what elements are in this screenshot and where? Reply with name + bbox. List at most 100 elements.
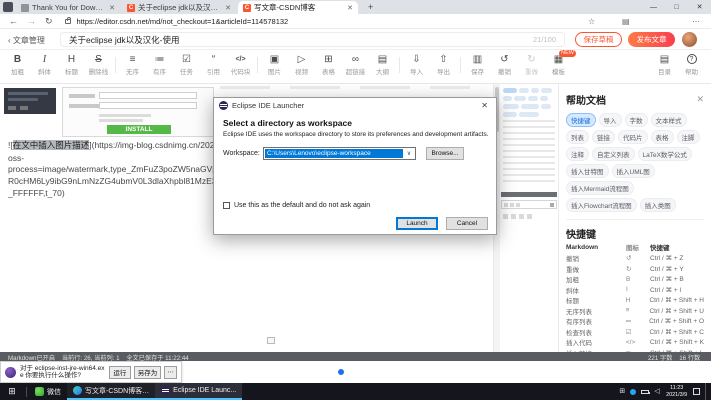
help-tag[interactable]: 插入Flowchart流程图 (566, 198, 637, 212)
help-tag[interactable]: 快捷键 (566, 113, 596, 127)
help-tag[interactable]: 导入 (599, 113, 622, 127)
dialog-close-icon[interactable]: ✕ (478, 101, 491, 110)
tab-close-icon[interactable]: ✕ (225, 4, 231, 12)
workspace-combobox[interactable]: C:\Users\Lenovo\eclipse-workspace ∨ (263, 147, 416, 160)
toolbar-undo-button[interactable]: ↺撤销 (491, 53, 518, 76)
toolbar-quote-button[interactable]: “引用 (200, 53, 227, 76)
help-tag[interactable]: 链接 (592, 130, 615, 144)
taskbar-item-wechat[interactable]: 微信 (29, 383, 67, 400)
chevron-down-icon[interactable]: ∨ (403, 150, 415, 157)
browser-menu-ellipsis-icon[interactable]: ⋯ (692, 17, 700, 26)
toolbar-video-button[interactable]: ▷视频 (288, 53, 315, 76)
shortcut-keys: Ctrl / ⌘ + Shift + C (649, 328, 704, 336)
collections-icon[interactable]: ▤ (622, 17, 630, 26)
tab-close-icon[interactable]: ✕ (109, 4, 115, 12)
close-button[interactable]: ✕ (688, 0, 711, 14)
download-row: 对于 eclipse-inst-jre-win64.exe 你要执行什么操作? … (0, 361, 711, 383)
new-tab-button[interactable]: + (368, 2, 373, 12)
dialog-titlebar[interactable]: Eclipse IDE Launcher ✕ (214, 98, 496, 112)
notification-center-icon[interactable] (693, 388, 700, 395)
help-tag[interactable]: 插入类图 (640, 198, 676, 212)
forward-icon[interactable]: → (27, 14, 36, 29)
toolbar-save-button[interactable]: ▥保存 (464, 53, 491, 76)
toolbar-bold-button[interactable]: B加粗 (4, 53, 31, 76)
toolbar-ordered-list-button[interactable]: ≔有序 (146, 53, 173, 76)
eclipse-launcher-dialog: Eclipse IDE Launcher ✕ Select a director… (213, 97, 497, 235)
article-manage-link[interactable]: ‹ 文章管理 (8, 35, 45, 46)
browser-tab-1[interactable]: Thank You for Downloading Ecl... ✕ (16, 1, 120, 14)
toolbar-code-block-button[interactable]: </>代码块 (227, 53, 254, 76)
input-indicator-icon[interactable]: ⊞ (619, 383, 625, 400)
favorites-star-icon[interactable]: ☆ (588, 17, 595, 26)
help-tag[interactable]: 文本样式 (651, 113, 687, 127)
help-tag[interactable]: 插入Mermaid流程图 (566, 181, 634, 195)
redo-label: 重做 (518, 66, 545, 76)
minimize-button[interactable]: — (642, 0, 665, 14)
shortcut-keys: 快捷键 (650, 242, 704, 252)
help-tag[interactable]: 注脚 (677, 130, 700, 144)
toc-label: 目录 (651, 66, 678, 76)
help-tag[interactable]: 插入甘特图 (566, 164, 609, 178)
start-button[interactable]: ⊞ (0, 383, 24, 400)
toolbar-template-button[interactable]: ▦模板NEW (545, 53, 572, 76)
cancel-button[interactable]: Cancel (446, 217, 488, 230)
browser-tab-2[interactable]: C 关于eclipse jdk以及汉化-CSDN… ✕ (122, 1, 236, 14)
lock-icon[interactable] (65, 19, 71, 24)
taskbar-clock[interactable]: 11:23 2021/3/9 (665, 385, 688, 398)
refresh-icon[interactable]: ↻ (45, 14, 53, 29)
publish-button[interactable]: 发布文章 (628, 32, 675, 47)
launch-button[interactable]: Launch (396, 217, 438, 230)
toolbar-unordered-list-button[interactable]: ≡无序 (119, 53, 146, 76)
taskbar-item-eclipse[interactable]: Eclipse IDE Launc... (155, 383, 242, 400)
help-tag[interactable]: 自定义列表 (592, 147, 635, 161)
taskbar-item-edge[interactable]: 写文章-CSDN博客… (67, 383, 155, 400)
task-label: 写文章-CSDN博客… (85, 386, 149, 396)
run-button[interactable]: 运行 (109, 366, 131, 379)
default-checkbox-row[interactable]: Use this as the default and do not ask a… (223, 202, 370, 209)
toolbar-help-button[interactable]: ?帮助 (678, 53, 705, 76)
toolbar-redo-button[interactable]: ↻重做 (518, 53, 545, 76)
toolbar-outline-button[interactable]: ▤大纲 (369, 53, 396, 76)
toolbar-import-button[interactable]: ⇩导入 (403, 53, 430, 76)
toolbar-heading-button[interactable]: H标题 (58, 53, 85, 76)
browser-tab-3-active[interactable]: C 写文章-CSDN博客 ✕ (238, 1, 358, 14)
embedded-screenshot-thumb-dark (4, 88, 56, 114)
article-title-input[interactable]: 关于eclipse jdk以及汉化-使用 21/100 (60, 32, 565, 47)
embedded-screenshot-installer: INSTALL (62, 87, 214, 137)
help-tag[interactable]: 字数 (625, 113, 648, 127)
markdown-url-line[interactable]: _FFFFFF,t_70) (8, 188, 65, 198)
checkbox[interactable] (223, 202, 230, 209)
toolbar-image-button[interactable]: ▣图片 (261, 53, 288, 76)
toolbar-toc-button[interactable]: ▤目录 (651, 53, 678, 76)
battery-icon[interactable] (641, 390, 649, 394)
browse-button[interactable]: Browse... (426, 147, 464, 160)
more-options-button[interactable]: ⋯ (164, 366, 177, 379)
toolbar-italic-button[interactable]: I斜体 (31, 53, 58, 76)
tab-close-icon[interactable]: ✕ (347, 4, 353, 12)
help-panel-close-icon[interactable]: ✕ (696, 94, 704, 105)
shortcut-name: 标题 (566, 295, 626, 305)
user-avatar[interactable] (682, 32, 697, 47)
help-tag[interactable]: LaTeX数学公式 (638, 147, 692, 161)
markdown-url-line[interactable]: oss- (8, 153, 24, 163)
help-tag[interactable]: 代码片 (618, 130, 648, 144)
toolbar-task-list-button[interactable]: ☑任务 (173, 53, 200, 76)
volume-icon[interactable]: ◁ (654, 383, 659, 400)
shortcuts-title: 快捷键 (566, 226, 704, 241)
back-icon[interactable]: ← (9, 14, 18, 29)
toolbar-table-button[interactable]: ⊞表格 (315, 53, 342, 76)
help-tag[interactable]: 列表 (566, 130, 589, 144)
maximize-button[interactable]: □ (665, 0, 688, 14)
toolbar-strikethrough-button[interactable]: S删除线 (85, 53, 112, 76)
show-desktop-button[interactable] (705, 383, 708, 400)
help-tag[interactable]: 表格 (651, 130, 674, 144)
help-tag[interactable]: 插入UML图 (612, 164, 655, 178)
help-tag[interactable]: 注释 (566, 147, 589, 161)
toolbar-export-button[interactable]: ⇧导出 (430, 53, 457, 76)
tray-app-icon[interactable] (630, 389, 636, 395)
url-text[interactable]: https://editor.csdn.net/md/not_checkout=… (77, 17, 289, 26)
save-as-button[interactable]: 另存为 (134, 366, 161, 379)
browser-logo-icon[interactable] (3, 2, 13, 12)
toolbar-hyperlink-button[interactable]: ∞超链接 (342, 53, 369, 76)
save-draft-button[interactable]: 保存草稿 (575, 32, 622, 47)
